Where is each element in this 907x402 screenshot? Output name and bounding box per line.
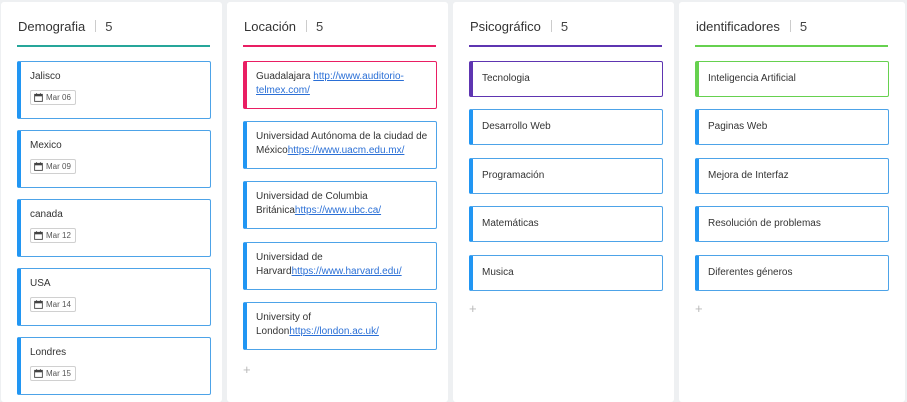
card[interactable]: Universidad Autónoma de la ciudad de Méx… (243, 121, 437, 169)
card-text: Mejora de Interfaz (708, 170, 789, 181)
card-text: Paginas Web (708, 121, 768, 132)
column-title: identificadores (696, 18, 780, 34)
card-count: 5 (105, 18, 113, 34)
card[interactable]: Paginas Web (695, 109, 889, 145)
card[interactable]: Desarrollo Web (469, 109, 663, 145)
card-text: Inteligencia Artificial (708, 73, 796, 84)
card[interactable]: Londres Mar 15 (17, 337, 211, 395)
due-date-badge[interactable]: Mar 15 (30, 366, 76, 381)
card-link[interactable]: https://www.ubc.ca/ (295, 205, 381, 216)
column-header[interactable]: identificadores 5 (696, 16, 807, 36)
card[interactable]: Mejora de Interfaz (695, 158, 889, 194)
add-card-button[interactable]: + (243, 363, 251, 376)
due-date: Mar 12 (46, 230, 71, 240)
header-divider (95, 20, 97, 32)
card-text: Resolución de problemas (708, 218, 821, 229)
card[interactable]: Inteligencia Artificial (695, 61, 889, 97)
card[interactable]: University of Londonhttps://london.ac.uk… (243, 302, 437, 350)
card-text: Universidad de Harvardhttps://www.harvar… (256, 251, 428, 279)
card[interactable]: Resolución de problemas (695, 206, 889, 242)
calendar-icon (34, 369, 43, 378)
card[interactable]: Universidad de Columbia Británicahttps:/… (243, 181, 437, 229)
card-count: 5 (316, 18, 324, 34)
column-demografia: Demografia 5 Jalisco Mar 06 Mexico Mar 0… (1, 2, 222, 402)
card[interactable]: Matemáticas (469, 206, 663, 242)
card-link[interactable]: https://www.uacm.edu.mx/ (288, 145, 405, 156)
card-text: Matemáticas (482, 218, 539, 229)
card-text-prefix: Guadalajara (256, 71, 314, 82)
due-date: Mar 09 (46, 161, 71, 171)
card-text: Diferentes géneros (708, 267, 793, 278)
column-title: Psicográfico (470, 18, 541, 34)
column-header[interactable]: Locación 5 (244, 16, 323, 36)
card-text: University of Londonhttps://london.ac.uk… (256, 311, 428, 339)
header-divider (550, 20, 552, 32)
card[interactable]: Tecnologia (469, 61, 663, 97)
card-count: 5 (560, 18, 569, 34)
header-divider (789, 20, 791, 32)
column-header[interactable]: Psicográfico 5 (470, 16, 568, 36)
card-text: Guadalajara http://www.auditorio-telmex.… (256, 70, 428, 98)
card[interactable]: Programación (469, 158, 663, 194)
card[interactable]: Mexico Mar 09 (17, 130, 211, 188)
card[interactable]: Musica (469, 255, 663, 291)
column-title: Locación (244, 18, 297, 34)
card-link[interactable]: https://london.ac.uk/ (289, 326, 379, 337)
card-text: Jalisco (30, 71, 61, 82)
card-text: Universidad de Columbia Británicahttps:/… (256, 190, 428, 218)
card-text: Programación (482, 170, 545, 181)
card-text: Musica (482, 267, 514, 278)
card[interactable]: USA Mar 14 (17, 268, 211, 326)
card[interactable]: Universidad de Harvardhttps://www.harvar… (243, 242, 437, 290)
kanban-board: Demografia 5 Jalisco Mar 06 Mexico Mar 0… (0, 0, 907, 402)
add-card-button[interactable]: + (695, 302, 703, 315)
card-text: Universidad Autónoma de la ciudad de Méx… (256, 130, 428, 158)
card[interactable]: Jalisco Mar 06 (17, 61, 211, 119)
card[interactable]: Guadalajara http://www.auditorio-telmex.… (243, 61, 437, 109)
due-date-badge[interactable]: Mar 12 (30, 228, 76, 243)
due-date-badge[interactable]: Mar 14 (30, 297, 76, 312)
card-text: USA (30, 278, 51, 289)
column-accent-line (17, 45, 210, 47)
card[interactable]: Diferentes géneros (695, 255, 889, 291)
card-link[interactable]: https://www.harvard.edu/ (292, 266, 402, 277)
due-date: Mar 14 (46, 299, 71, 309)
column-identificadores: identificadores 5 Inteligencia Artificia… (679, 2, 905, 402)
column-psicografico: Psicográfico 5 Tecnologia Desarrollo Web… (453, 2, 674, 402)
card-text: canada (30, 209, 63, 220)
column-accent-line (695, 45, 888, 47)
card-text: Londres (30, 347, 67, 358)
calendar-icon (34, 231, 43, 240)
column-locacion: Locación 5 Guadalajara http://www.audito… (227, 2, 448, 402)
due-date-badge[interactable]: Mar 06 (30, 90, 76, 105)
header-divider (306, 20, 308, 32)
calendar-icon (34, 93, 43, 102)
calendar-icon (34, 162, 43, 171)
column-accent-line (469, 45, 662, 47)
card-text: Mexico (30, 140, 62, 151)
due-date: Mar 06 (46, 92, 71, 102)
add-card-button[interactable]: + (469, 302, 477, 315)
due-date-badge[interactable]: Mar 09 (30, 159, 76, 174)
card-text: Desarrollo Web (482, 121, 551, 132)
card-text: Tecnologia (482, 73, 530, 84)
due-date: Mar 15 (46, 368, 71, 378)
card[interactable]: canada Mar 12 (17, 199, 211, 257)
column-title: Demografia (18, 18, 86, 34)
card-count: 5 (799, 18, 808, 34)
column-accent-line (243, 45, 436, 47)
calendar-icon (34, 300, 43, 309)
column-header[interactable]: Demografia 5 (18, 16, 112, 36)
